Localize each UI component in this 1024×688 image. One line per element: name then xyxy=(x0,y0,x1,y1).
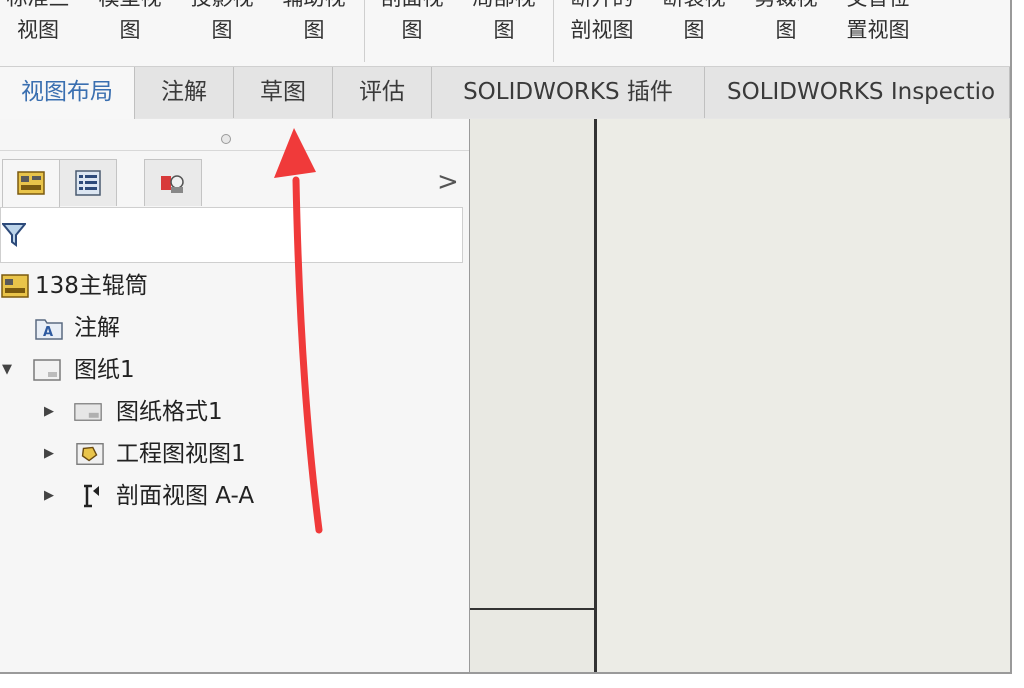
caret-right-icon[interactable]: ▶ xyxy=(44,479,54,513)
tab-view-layout[interactable]: 视图布局 xyxy=(0,67,135,120)
ribbon-button-label-2: 视图 xyxy=(17,18,59,42)
tab-sketch[interactable]: 草图 xyxy=(234,67,333,118)
ribbon-button-label-2: 图 xyxy=(303,18,325,42)
caret-right-icon[interactable]: ▶ xyxy=(44,395,54,429)
drawing-icon xyxy=(1,274,29,298)
ribbon-separator xyxy=(364,0,365,62)
ribbon-button-label-1: 断裂视 xyxy=(648,0,740,9)
section-view-icon xyxy=(84,484,99,508)
ribbon-button-label-2: 图 xyxy=(211,18,233,42)
sheet-format-icon xyxy=(74,403,102,421)
tree-label: 注解 xyxy=(74,315,120,341)
ribbon-button-label-1: 辅助视 xyxy=(268,0,360,9)
ribbon-button-label-1: 局部视 xyxy=(458,0,550,9)
tab-evaluate[interactable]: 评估 xyxy=(333,67,432,118)
ribbon-button-label-1: 投影视 xyxy=(176,0,268,9)
tab-solidworks-addins[interactable]: SOLIDWORKS 插件 xyxy=(432,67,705,118)
ribbon-button-label-2: 图 xyxy=(119,18,141,42)
drawing-sheet-strip xyxy=(470,119,594,672)
feature-tree-icon xyxy=(17,171,45,195)
auxiliary-view-button[interactable]: 辅助视 图 xyxy=(268,0,360,66)
tab-annotation[interactable]: 注解 xyxy=(135,67,234,118)
section-view-button[interactable]: 剖面视 图 xyxy=(366,0,458,66)
caret-right-icon[interactable]: ▶ xyxy=(44,437,54,471)
alternate-position-view-button[interactable]: 交替位 置视图 xyxy=(832,0,924,66)
drawing-view-icon xyxy=(76,443,104,465)
ribbon-button-label-2: 图 xyxy=(401,18,423,42)
filter-icon[interactable] xyxy=(2,222,26,248)
panel-resize-grip[interactable] xyxy=(221,134,231,144)
tree-label: 图纸格式1 xyxy=(116,399,223,425)
crop-view-button[interactable]: 剪裁视 图 xyxy=(740,0,832,66)
tab-property-manager[interactable] xyxy=(59,159,117,206)
panel-divider xyxy=(0,150,469,151)
standard-3-view-button[interactable]: 标准三 视图 xyxy=(0,0,84,66)
annotation-folder-icon: A xyxy=(35,319,63,340)
ribbon-button-label-2: 图 xyxy=(775,18,797,42)
ribbon-command-area: 标准三 视图 模型视 图 投影视 图 辅助视 图 剖面视 图 局部视 图 断开的… xyxy=(0,0,1010,66)
ribbon-button-label-1: 标准三 xyxy=(0,0,84,9)
ribbon-button-label-1: 交替位 xyxy=(832,0,924,9)
graphics-area[interactable] xyxy=(470,119,1010,672)
tab-solidworks-inspection[interactable]: SOLIDWORKS Inspectio xyxy=(705,67,1010,118)
tab-display-manager[interactable] xyxy=(144,159,202,206)
ribbon-button-label-1: 模型视 xyxy=(84,0,176,9)
sheet-border-line xyxy=(470,608,594,610)
display-manager-icon xyxy=(161,175,184,193)
ribbon-button-label-1: 剪裁视 xyxy=(740,0,832,9)
feature-filter-box[interactable] xyxy=(0,207,463,263)
model-view-button[interactable]: 模型视 图 xyxy=(84,0,176,66)
svg-text:A: A xyxy=(43,325,53,340)
feature-manager-panel: > 138主辊筒 A 注解 ▼ 图纸1 ▶ 图纸格式1 ▶ 工程图视图1 ▶ 剖… xyxy=(0,119,470,672)
broken-out-section-button[interactable]: 断开的 剖视图 xyxy=(556,0,648,66)
ribbon-button-label-2: 置视图 xyxy=(846,18,910,42)
ribbon-button-label-2: 剖视图 xyxy=(570,18,634,42)
chevron-right-icon[interactable]: > xyxy=(437,167,459,197)
ribbon-button-label-2: 图 xyxy=(493,18,515,42)
caret-down-icon[interactable]: ▼ xyxy=(2,353,12,387)
solidworks-window: 标准三 视图 模型视 图 投影视 图 辅助视 图 剖面视 图 局部视 图 断开的… xyxy=(0,0,1012,674)
drawing-sheet xyxy=(597,119,1010,672)
ribbon-button-label-2: 图 xyxy=(683,18,705,42)
ribbon-separator xyxy=(553,0,554,62)
tab-feature-manager[interactable] xyxy=(2,159,60,207)
command-manager-tabs: 视图布局 注解 草图 评估 SOLIDWORKS 插件 SOLIDWORKS I… xyxy=(0,66,1010,120)
tree-label: 138主辊筒 xyxy=(35,273,148,299)
sheet-icon xyxy=(33,359,61,381)
tree-label: 工程图视图1 xyxy=(116,441,246,467)
property-list-icon xyxy=(75,170,101,196)
projected-view-button[interactable]: 投影视 图 xyxy=(176,0,268,66)
tree-label: 剖面视图 A-A xyxy=(116,483,255,509)
break-view-button[interactable]: 断裂视 图 xyxy=(648,0,740,66)
ribbon-button-label-1: 断开的 xyxy=(556,0,648,9)
tree-label: 图纸1 xyxy=(74,357,135,383)
detail-view-button[interactable]: 局部视 图 xyxy=(458,0,550,66)
ribbon-button-label-1: 剖面视 xyxy=(366,0,458,9)
